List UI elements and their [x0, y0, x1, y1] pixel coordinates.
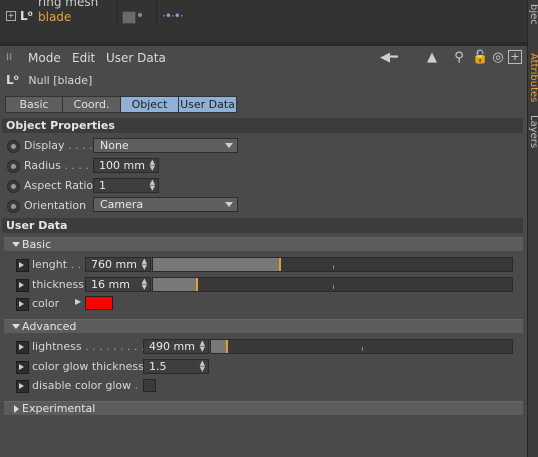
- spinner-arrows-icon[interactable]: ▲ ▼: [142, 278, 147, 291]
- object-name[interactable]: ring mesh: [38, 0, 98, 9]
- keyframe-icon[interactable]: [16, 298, 29, 311]
- animate-radio-icon[interactable]: [7, 140, 20, 153]
- lenght-slider[interactable]: [152, 257, 513, 272]
- field-label-orientation: Orientation: [24, 199, 87, 212]
- chevron-down-icon: [225, 202, 233, 207]
- animate-radio-icon[interactable]: [7, 180, 20, 193]
- lightness-slider[interactable]: [210, 339, 513, 354]
- spinner-arrows-icon[interactable]: ▲ ▼: [150, 159, 155, 172]
- slider-handle[interactable]: [196, 278, 198, 291]
- animate-radio-icon[interactable]: [7, 200, 20, 213]
- collapsed-triangle-icon[interactable]: [14, 405, 19, 413]
- side-tab-attributes[interactable]: Attributes: [528, 48, 538, 108]
- keyframe-icon[interactable]: [16, 259, 29, 272]
- back-arrow-icon[interactable]: ◀━: [380, 50, 420, 66]
- field-label-lightness: lightness . . . . . . . . .: [32, 340, 145, 353]
- field-label-color: color: [32, 297, 60, 310]
- slider-fill: [211, 340, 226, 353]
- lock-icon[interactable]: 🔓: [472, 50, 488, 66]
- keyframe-icon[interactable]: [16, 341, 29, 354]
- spinner-arrows-icon[interactable]: ▲ ▼: [142, 258, 147, 271]
- spinner-arrows-icon[interactable]: ▲ ▼: [200, 340, 205, 353]
- object-row-blade[interactable]: + L⁰ blade ⋅•⋅•⋅: [0, 9, 527, 26]
- aspect-ratio-input[interactable]: 1 ▲ ▼: [93, 178, 159, 193]
- object-title: L⁰ Null [blade]: [6, 73, 92, 89]
- visibility-dot-icon[interactable]: [138, 13, 142, 17]
- tab-object[interactable]: Object: [120, 96, 179, 113]
- animate-radio-icon[interactable]: [7, 160, 20, 173]
- slider-handle[interactable]: [226, 340, 228, 353]
- null-object-icon: L⁰: [6, 73, 19, 87]
- panel-separator: [0, 42, 527, 46]
- slider-fill: [153, 258, 279, 271]
- object-name[interactable]: blade: [38, 10, 71, 24]
- expanded-triangle-icon[interactable]: [12, 242, 20, 247]
- color-swatch[interactable]: [85, 296, 113, 310]
- menu-edit[interactable]: Edit: [72, 51, 95, 65]
- field-label-display: Display . . . .: [24, 139, 93, 152]
- slider-handle[interactable]: [279, 258, 281, 271]
- keyframe-icon[interactable]: [16, 279, 29, 292]
- group-experimental[interactable]: Experimental: [4, 401, 523, 415]
- color-glow-thickness-input[interactable]: 1.5 ▲ ▼: [143, 359, 209, 374]
- group-advanced[interactable]: Advanced: [4, 319, 523, 333]
- expanded-triangle-icon[interactable]: [12, 324, 20, 329]
- null-object-icon: L⁰: [20, 9, 33, 23]
- side-tab-layers[interactable]: Layers: [528, 112, 538, 152]
- object-name-cell: + L⁰ blade: [0, 9, 118, 26]
- menu-user-data[interactable]: User Data: [106, 51, 166, 65]
- object-title-text: Null [blade]: [28, 74, 93, 87]
- radius-input[interactable]: 100 mm ▲ ▼: [93, 158, 159, 173]
- lenght-input[interactable]: 760 mm ▲ ▼: [85, 257, 151, 272]
- keyframe-icon[interactable]: [16, 361, 29, 374]
- orientation-dropdown[interactable]: Camera: [93, 197, 238, 212]
- thickness-slider[interactable]: [152, 277, 513, 292]
- chevron-down-icon: [225, 143, 233, 148]
- up-arrow-icon[interactable]: ▲: [424, 50, 440, 66]
- group-basic[interactable]: Basic: [4, 237, 523, 251]
- field-label-aspect-ratio: Aspect Ratio: [24, 179, 94, 192]
- new-panel-icon[interactable]: +: [508, 50, 522, 64]
- spinner-arrows-icon[interactable]: ▲ ▼: [200, 360, 205, 373]
- field-label-radius: Radius . . . .: [24, 159, 89, 172]
- object-manager: ring mesh + L⁰ blade ⋅•⋅•⋅: [0, 0, 527, 43]
- menu-mode[interactable]: Mode: [28, 51, 61, 65]
- thickness-input[interactable]: 16 mm ▲ ▼: [85, 277, 151, 292]
- slider-fill: [153, 278, 196, 291]
- tab-user-data[interactable]: User Data: [178, 96, 237, 113]
- field-label-disable-color-glow: disable color glow .: [32, 379, 139, 392]
- section-object-properties: Object Properties: [2, 118, 523, 133]
- attribute-menubar: ⁞⁞ Mode Edit User Data ◀━ ▲ ⚲ 🔓 ◎ +: [0, 47, 527, 69]
- expand-icon[interactable]: +: [6, 11, 16, 21]
- panel-grip-icon[interactable]: ⁞⁞: [6, 52, 18, 64]
- slider-tick: [333, 265, 334, 269]
- keyframe-icon[interactable]: [16, 380, 29, 393]
- tab-basic[interactable]: Basic: [5, 96, 63, 113]
- search-icon[interactable]: ⚲: [451, 50, 467, 66]
- field-label-color-glow-thickness: color glow thickness: [32, 360, 144, 373]
- object-tags-cell: [118, 9, 157, 26]
- slider-tick: [333, 285, 334, 289]
- disable-color-glow-checkbox[interactable]: [143, 379, 156, 392]
- tab-coord[interactable]: Coord.: [62, 96, 121, 113]
- spinner-arrows-icon[interactable]: ▲ ▼: [150, 179, 155, 192]
- field-label-thickness: thickness: [32, 278, 84, 291]
- expand-triangle-icon[interactable]: ▶: [75, 297, 81, 306]
- side-tab-objects[interactable]: bjec: [528, 0, 538, 28]
- side-tab-strip: bjec Attributes Layers: [527, 0, 538, 457]
- user-data-tag-icon[interactable]: ⋅•⋅•⋅: [162, 9, 184, 23]
- display-dropdown[interactable]: None: [93, 138, 238, 153]
- lightness-input[interactable]: 490 mm ▲ ▼: [143, 339, 209, 354]
- slider-tick: [362, 347, 363, 351]
- render-toggle-icon[interactable]: [122, 11, 136, 24]
- section-user-data: User Data: [2, 218, 523, 233]
- target-icon[interactable]: ◎: [490, 50, 506, 66]
- field-label-lenght: lenght . .: [32, 258, 82, 271]
